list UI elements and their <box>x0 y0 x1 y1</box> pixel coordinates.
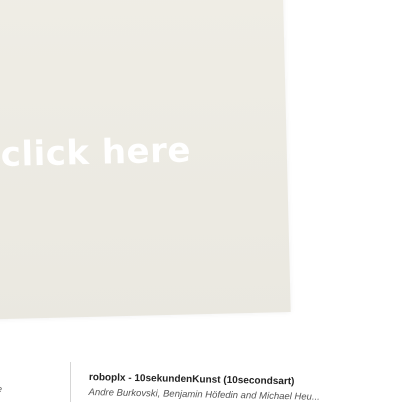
caption-divider <box>70 362 71 402</box>
click-here-link[interactable]: click here <box>0 130 191 175</box>
left-caption-fragment: e <box>0 384 2 394</box>
artwork-card[interactable]: click here <box>0 0 291 320</box>
artwork-authors: Andre Burkovski, Benjamin Höfedin and Mi… <box>88 386 320 403</box>
